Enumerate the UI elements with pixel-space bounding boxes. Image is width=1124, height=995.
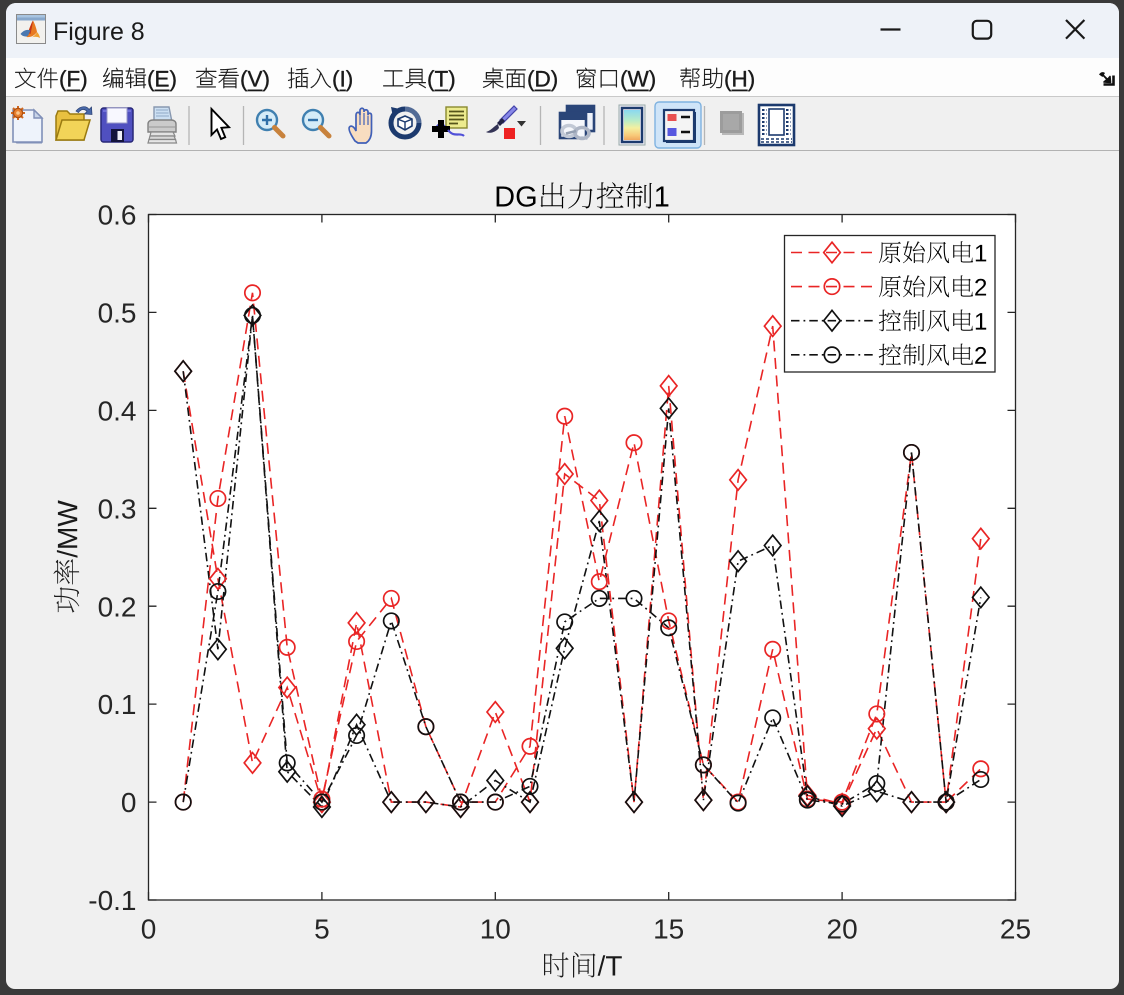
svg-text:0: 0	[121, 787, 137, 818]
svg-text:0.3: 0.3	[98, 493, 137, 524]
svg-text:0.2: 0.2	[98, 591, 137, 622]
svg-text:0.5: 0.5	[98, 298, 137, 329]
svg-text:0.6: 0.6	[98, 200, 137, 231]
svg-text:0: 0	[141, 914, 157, 945]
svg-text:0.4: 0.4	[98, 395, 137, 426]
svg-text:-0.1: -0.1	[88, 885, 136, 916]
svg-text:5: 5	[314, 914, 330, 945]
svg-text:20: 20	[827, 914, 858, 945]
svg-text:10: 10	[480, 914, 511, 945]
svg-text:0.1: 0.1	[98, 689, 137, 720]
svg-text:15: 15	[653, 914, 684, 945]
svg-text:25: 25	[1000, 914, 1031, 945]
